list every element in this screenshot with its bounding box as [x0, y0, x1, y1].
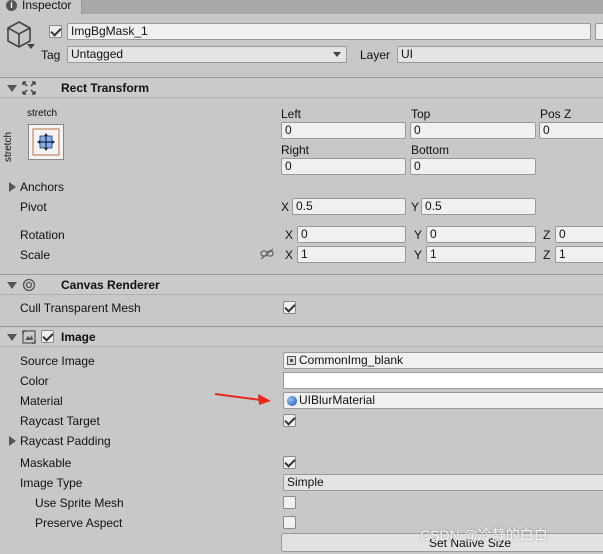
- source-image-value: CommonImg_blank: [299, 353, 404, 367]
- rotation-z-axis-label[interactable]: Z: [543, 227, 550, 243]
- posz-field[interactable]: 0: [539, 122, 603, 139]
- top-field[interactable]: 0: [410, 122, 536, 139]
- image-type-dropdown[interactable]: Simple: [283, 474, 603, 491]
- scale-z-axis-label[interactable]: Z: [543, 247, 550, 263]
- top-label: Top: [411, 107, 431, 121]
- pivot-y-field[interactable]: 0.5: [421, 198, 536, 215]
- red-annotation-arrow: [214, 393, 271, 405]
- tag-chevron-down-icon: [333, 52, 341, 57]
- maskable-checkbox[interactable]: [283, 456, 296, 469]
- section-title: Rect Transform: [61, 81, 150, 95]
- raycast-target-label: Raycast Target: [20, 414, 100, 428]
- left-field[interactable]: 0: [281, 122, 406, 139]
- bottom-label: Bottom: [411, 143, 450, 157]
- rotation-z-field[interactable]: 0: [555, 226, 603, 243]
- image-component-icon: [22, 330, 36, 344]
- canvas-renderer-header[interactable]: Canvas Renderer: [0, 274, 603, 295]
- scale-x-field[interactable]: 1: [297, 246, 406, 263]
- rect-transform-icon: [22, 81, 36, 95]
- right-field[interactable]: 0: [281, 158, 406, 175]
- scale-y-axis-label[interactable]: Y: [414, 247, 422, 263]
- maskable-label: Maskable: [20, 456, 72, 470]
- tag-dropdown[interactable]: Untagged: [67, 46, 347, 63]
- material-field[interactable]: UIBlurMaterial: [283, 392, 603, 409]
- tab-inspector[interactable]: i Inspector: [0, 0, 82, 14]
- image-type-value: Simple: [287, 475, 324, 489]
- anchor-preset-button[interactable]: [28, 124, 64, 160]
- use-sprite-mesh-checkbox[interactable]: [283, 496, 296, 509]
- source-image-field[interactable]: CommonImg_blank: [283, 352, 603, 369]
- layer-value: UI: [401, 47, 413, 61]
- constrain-proportions-link-icon[interactable]: [260, 248, 274, 260]
- collapse-arrow-icon[interactable]: [7, 334, 17, 341]
- pivot-label: Pivot: [20, 200, 47, 214]
- cull-transparent-mesh-label: Cull Transparent Mesh: [20, 301, 141, 315]
- scale-label: Scale: [20, 248, 51, 262]
- sprite-icon: [287, 356, 296, 365]
- pivot-x-axis-label[interactable]: X: [281, 199, 289, 215]
- anchors-label[interactable]: Anchors: [20, 179, 64, 195]
- image-type-label: Image Type: [20, 476, 83, 490]
- rotation-y-axis-label[interactable]: Y: [414, 227, 422, 243]
- posz-label: Pos Z: [540, 107, 572, 121]
- scale-y-field[interactable]: 1: [426, 246, 536, 263]
- watermark: CSDN @冷静的白白: [420, 527, 548, 543]
- cull-transparent-mesh-checkbox[interactable]: [283, 301, 296, 314]
- image-enabled-checkbox[interactable]: [41, 330, 54, 343]
- material-value: UIBlurMaterial: [299, 393, 376, 407]
- tab-bar: [0, 0, 603, 14]
- object-name-field[interactable]: ImgBgMask_1: [67, 23, 591, 40]
- color-label: Color: [20, 374, 49, 388]
- scale-x-axis-label[interactable]: X: [285, 247, 293, 263]
- raycast-padding-label[interactable]: Raycast Padding: [20, 433, 111, 449]
- active-checkbox[interactable]: [49, 25, 62, 38]
- right-label: Right: [281, 143, 310, 157]
- anchor-preset-label-side: stretch: [3, 131, 14, 162]
- section-title: Canvas Renderer: [61, 278, 160, 292]
- collapse-arrow-icon[interactable]: [7, 85, 17, 92]
- preserve-aspect-label: Preserve Aspect: [35, 516, 123, 530]
- canvas-renderer-icon: [22, 278, 36, 292]
- layer-dropdown[interactable]: UI: [397, 46, 603, 63]
- static-checkbox[interactable]: [595, 23, 603, 40]
- material-label: Material: [20, 394, 63, 408]
- rect-transform-header[interactable]: Rect Transform: [0, 77, 603, 98]
- tag-label: Tag: [41, 48, 61, 62]
- layer-label: Layer: [360, 48, 391, 62]
- pivot-x-field[interactable]: 0.5: [292, 198, 406, 215]
- raycast-padding-expand-arrow-icon[interactable]: [9, 436, 16, 446]
- rotation-x-field[interactable]: 0: [297, 226, 406, 243]
- icon-dropdown-arrow[interactable]: [27, 44, 35, 49]
- rotation-x-axis-label[interactable]: X: [285, 227, 293, 243]
- anchors-expand-arrow-icon[interactable]: [9, 182, 16, 192]
- rotation-y-field[interactable]: 0: [426, 226, 536, 243]
- tag-value: Untagged: [71, 47, 124, 61]
- preserve-aspect-checkbox[interactable]: [283, 516, 296, 529]
- section-title: Image: [61, 330, 96, 344]
- source-image-label: Source Image: [20, 354, 95, 368]
- color-swatch[interactable]: [283, 372, 603, 389]
- pivot-y-axis-label[interactable]: Y: [411, 199, 419, 215]
- left-label: Left: [281, 107, 302, 121]
- info-icon: i: [6, 0, 17, 11]
- anchor-preset-label-top: stretch: [27, 108, 58, 119]
- scale-z-field[interactable]: 1: [555, 246, 603, 263]
- raycast-target-checkbox[interactable]: [283, 414, 296, 427]
- tab-label: Inspector: [22, 0, 72, 12]
- material-sphere-icon: [287, 396, 297, 406]
- collapse-arrow-icon[interactable]: [7, 282, 17, 289]
- rotation-label: Rotation: [20, 228, 65, 242]
- bottom-field[interactable]: 0: [410, 158, 536, 175]
- anchor-stretch-icon: [32, 128, 60, 156]
- image-header[interactable]: Image: [0, 326, 603, 347]
- use-sprite-mesh-label: Use Sprite Mesh: [35, 496, 124, 510]
